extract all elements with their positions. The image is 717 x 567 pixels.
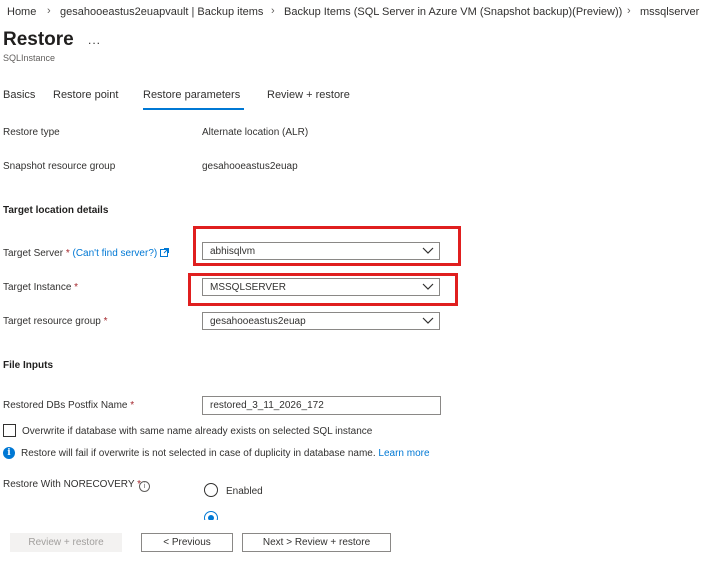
- cant-find-server-link[interactable]: (Can't find server?): [73, 248, 158, 259]
- external-link-icon[interactable]: [160, 248, 169, 257]
- target-instance-label-text: Target Instance: [3, 282, 72, 293]
- restore-type-label: Restore type: [3, 127, 60, 138]
- norecovery-label-text: Restore With NORECOVERY: [3, 479, 135, 490]
- target-rg-label-text: Target resource group: [3, 316, 101, 327]
- learn-more-link[interactable]: Learn more: [378, 448, 429, 459]
- page-title: Restore: [3, 29, 74, 50]
- required-marker: *: [103, 316, 108, 327]
- postfix-input[interactable]: restored_3_11_2026_172: [202, 396, 441, 415]
- target-server-label-text: Target Server: [3, 248, 64, 259]
- chevron-down-icon: [422, 317, 434, 324]
- highlight-box-server: [193, 226, 461, 266]
- next-button[interactable]: Next > Review + restore: [242, 533, 391, 552]
- required-marker: *: [65, 248, 70, 259]
- active-tab-indicator: [143, 108, 244, 110]
- info-icon: i: [3, 447, 15, 459]
- postfix-input-value: restored_3_11_2026_172: [210, 400, 324, 411]
- breadcrumb-separator: ›: [627, 5, 631, 17]
- breadcrumb-mssqlserver[interactable]: mssqlserver: [640, 6, 699, 18]
- file-inputs-section-title: File Inputs: [3, 360, 53, 371]
- required-marker: *: [74, 282, 79, 293]
- target-rg-dropdown[interactable]: gesahooeastus2euap: [202, 312, 440, 330]
- info-message: Restore will fail if overwrite is not se…: [21, 448, 430, 459]
- postfix-label-text: Restored DBs Postfix Name: [3, 400, 128, 411]
- snapshot-rg-value: gesahooeastus2euap: [202, 161, 298, 172]
- radio-enabled[interactable]: [204, 483, 218, 497]
- breadcrumb-separator: ›: [271, 5, 275, 17]
- breadcrumb-home[interactable]: Home: [7, 6, 36, 18]
- review-restore-button[interactable]: Review + restore: [10, 533, 122, 552]
- tab-restore-point[interactable]: Restore point: [53, 89, 118, 101]
- tab-restore-parameters[interactable]: Restore parameters: [143, 89, 240, 101]
- required-marker: *: [130, 400, 135, 411]
- info-text: Restore will fail if overwrite is not se…: [21, 448, 376, 459]
- help-icon[interactable]: i: [139, 481, 150, 492]
- highlight-box-instance: [188, 273, 458, 306]
- target-server-label: Target Server * (Can't find server?): [3, 248, 169, 259]
- more-options-button[interactable]: ...: [88, 33, 101, 47]
- target-rg-label: Target resource group *: [3, 316, 108, 327]
- restore-type-value: Alternate location (ALR): [202, 127, 309, 138]
- breadcrumb-separator: ›: [47, 5, 51, 17]
- target-section-title: Target location details: [3, 205, 109, 216]
- breadcrumb-vault[interactable]: gesahooeastus2euapvault | Backup items: [60, 6, 263, 18]
- page-subtitle: SQLInstance: [3, 53, 56, 63]
- target-rg-value: gesahooeastus2euap: [210, 316, 306, 327]
- postfix-label: Restored DBs Postfix Name *: [3, 400, 134, 411]
- tab-basics[interactable]: Basics: [3, 89, 35, 101]
- previous-button[interactable]: < Previous: [141, 533, 233, 552]
- snapshot-rg-label: Snapshot resource group: [3, 161, 116, 172]
- norecovery-label: Restore With NORECOVERY *: [3, 479, 141, 490]
- breadcrumb-backup-items[interactable]: Backup Items (SQL Server in Azure VM (Sn…: [284, 6, 622, 18]
- radio-enabled-label: Enabled: [226, 486, 263, 497]
- target-instance-label: Target Instance *: [3, 282, 78, 293]
- tab-review-restore[interactable]: Review + restore: [267, 89, 350, 101]
- overwrite-checkbox[interactable]: [3, 424, 16, 437]
- overwrite-label: Overwrite if database with same name alr…: [22, 426, 373, 437]
